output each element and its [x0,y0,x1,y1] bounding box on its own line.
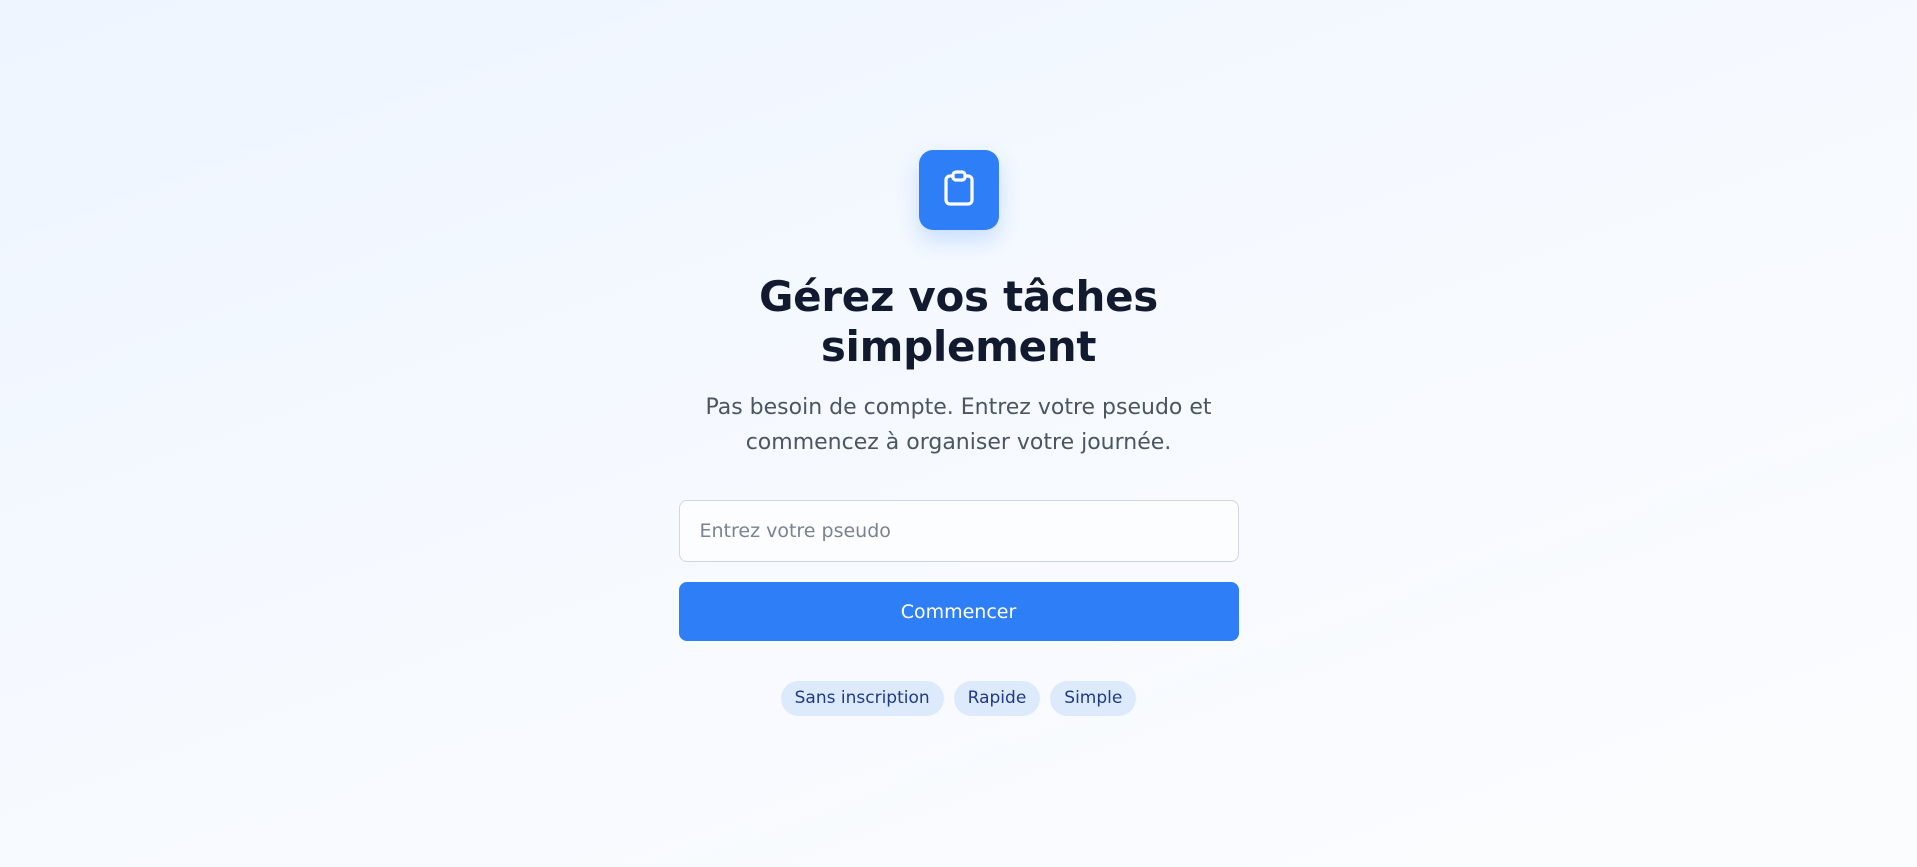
tag-fast: Rapide [953,681,1041,716]
onboarding-panel: Gérez vos tâches simplement Pas besoin d… [0,150,1917,716]
tag-simple: Simple [1050,681,1137,716]
login-form: Commencer [678,500,1239,641]
clipboard-icon [943,170,975,210]
pseudo-input[interactable] [678,500,1239,562]
feature-tags: Sans inscription Rapide Simple [780,681,1137,716]
page-title: Gérez vos tâches simplement [759,272,1158,371]
tag-no-signup: Sans inscription [780,681,944,716]
app-logo [918,150,999,230]
page-subtitle: Pas besoin de compte. Entrez votre pseud… [705,395,1212,455]
start-button[interactable]: Commencer [678,582,1239,641]
